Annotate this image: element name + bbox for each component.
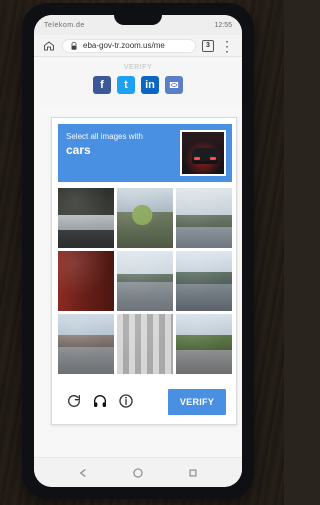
phone-screen: Telekom.de 12:55 eba-gov-tr.zoom.us/me 3 <box>34 15 242 487</box>
email-icon[interactable]: ✉ <box>165 76 183 94</box>
example-car-taillight <box>210 157 216 160</box>
facebook-icon[interactable]: f <box>93 76 111 94</box>
captcha-tile-9[interactable] <box>176 314 232 374</box>
reload-icon[interactable] <box>66 393 82 409</box>
recents-icon[interactable] <box>183 463 203 483</box>
back-icon[interactable] <box>73 463 93 483</box>
captcha-tile-4[interactable] <box>58 251 114 311</box>
captcha-image-grid <box>58 188 232 374</box>
info-icon[interactable] <box>118 393 134 409</box>
tab-switcher[interactable]: 3 <box>202 39 214 52</box>
status-right-text: 12:55 <box>214 22 232 29</box>
linkedin-icon[interactable]: in <box>141 76 159 94</box>
social-share-row: f t in ✉ <box>34 76 242 94</box>
home-circle-icon[interactable] <box>128 463 148 483</box>
captcha-tile-1[interactable] <box>58 188 114 248</box>
phone-device: Telekom.de 12:55 eba-gov-tr.zoom.us/me 3 <box>22 3 254 499</box>
example-car-taillight <box>194 157 200 160</box>
home-icon[interactable] <box>42 39 56 53</box>
captcha-controls: VERIFY <box>52 384 236 418</box>
captcha-widget: Select all images with cars VERIFY <box>51 117 237 425</box>
status-left-text: Telekom.de <box>44 22 85 29</box>
browser-toolbar: eba-gov-tr.zoom.us/me 3 ⋮ <box>34 35 242 57</box>
example-car-shape <box>192 148 218 164</box>
lock-icon <box>69 41 79 51</box>
status-bar: Telekom.de 12:55 <box>34 15 242 35</box>
twitter-icon[interactable]: t <box>117 76 135 94</box>
verify-button[interactable]: VERIFY <box>168 389 226 415</box>
captcha-header: Select all images with cars <box>58 124 232 182</box>
headphones-icon[interactable] <box>92 393 108 409</box>
android-nav-bar <box>34 457 242 487</box>
page-top-area: VERIFY f t in ✉ <box>34 57 242 107</box>
captcha-tile-7[interactable] <box>58 314 114 374</box>
address-bar[interactable]: eba-gov-tr.zoom.us/me <box>62 38 196 53</box>
captcha-tile-8[interactable] <box>117 314 173 374</box>
captcha-tile-3[interactable] <box>176 188 232 248</box>
captcha-tile-2[interactable] <box>117 188 173 248</box>
captcha-tile-6[interactable] <box>176 251 232 311</box>
captcha-example-image <box>180 130 226 176</box>
page-verify-text: VERIFY <box>123 64 153 71</box>
more-options-icon[interactable]: ⋮ <box>220 39 234 53</box>
captcha-tile-5[interactable] <box>117 251 173 311</box>
camera-notch <box>114 15 162 25</box>
url-text: eba-gov-tr.zoom.us/me <box>83 41 165 50</box>
